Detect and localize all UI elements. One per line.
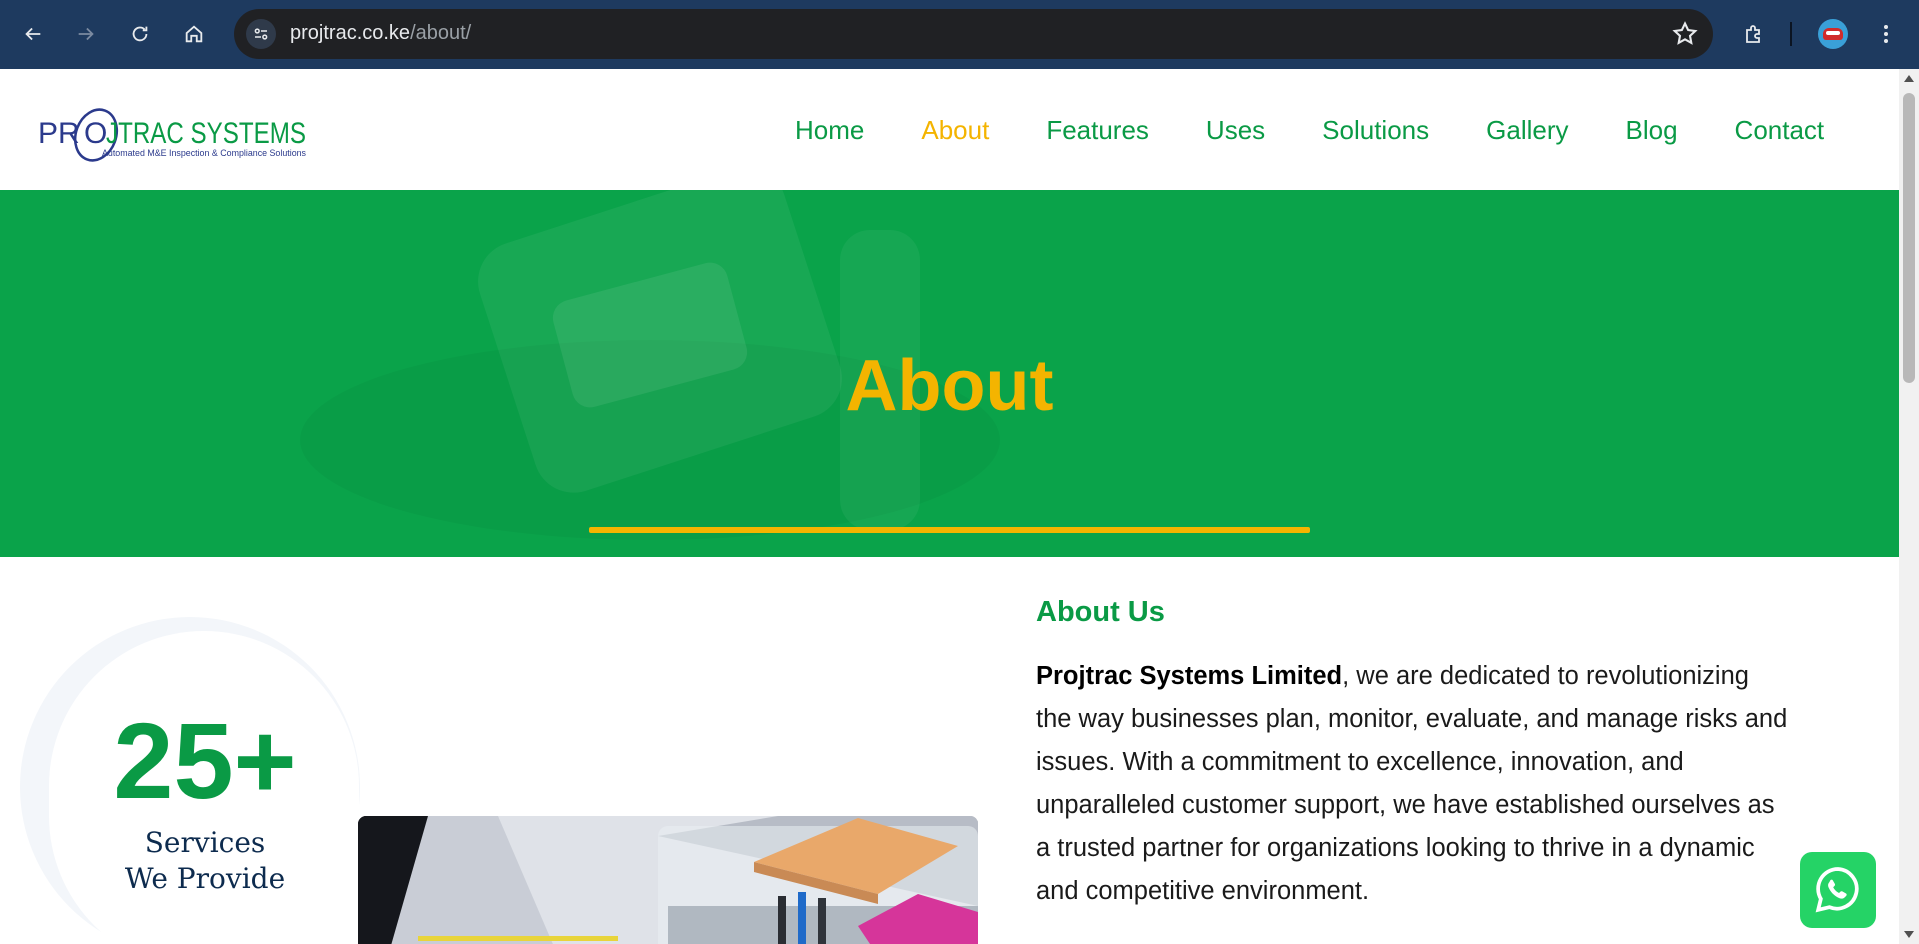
hero-banner: About (0, 190, 1899, 557)
company-name: Projtrac Systems Limited (1036, 662, 1343, 690)
url-text[interactable]: projtrac.co.ke/about/ (290, 22, 471, 45)
toolbar-separator (1790, 22, 1792, 46)
home-icon[interactable] (176, 16, 212, 52)
about-body: , we are dedicated to revolutionizing th… (1036, 662, 1788, 905)
site-settings-icon[interactable] (246, 19, 276, 49)
back-icon[interactable] (15, 16, 51, 52)
address-bar[interactable]: projtrac.co.ke/about/ (234, 9, 1713, 59)
about-heading: About Us (1036, 596, 1165, 628)
stat-label-line2: We Provide (124, 862, 286, 895)
svg-text:Automated M&E Inspection & Com: Automated M&E Inspection & Compliance So… (102, 148, 306, 158)
page-title: About (845, 346, 1054, 426)
url-host: projtrac.co.ke (290, 22, 411, 44)
svg-text:O: O (84, 117, 107, 150)
nav-gallery[interactable]: Gallery (1486, 115, 1568, 146)
svg-text:JTRAC SYSTEMS: JTRAC SYSTEMS (106, 117, 306, 150)
main-nav: Home About Features Uses Solutions Galle… (795, 115, 1824, 146)
profile-avatar[interactable] (1818, 19, 1848, 49)
nav-uses[interactable]: Uses (1206, 115, 1265, 146)
url-path: /about/ (410, 22, 472, 44)
avatar-visor (1826, 31, 1840, 35)
stat-label-line1: Services (144, 826, 266, 859)
forward-icon[interactable] (68, 16, 104, 52)
nav-features[interactable]: Features (1046, 115, 1149, 146)
about-photo (358, 816, 978, 944)
stat-value: 25+ (113, 700, 297, 821)
whatsapp-button[interactable] (1800, 852, 1876, 928)
page-scrollbar[interactable] (1899, 69, 1919, 944)
nav-about[interactable]: About (921, 115, 989, 146)
nav-solutions[interactable]: Solutions (1322, 115, 1429, 146)
extensions-icon[interactable] (1736, 16, 1772, 52)
site-header: PR O JTRAC SYSTEMS Automated M&E Inspect… (0, 69, 1899, 190)
page-viewport: PR O JTRAC SYSTEMS Automated M&E Inspect… (0, 69, 1899, 944)
scroll-up-arrow[interactable] (1904, 75, 1914, 82)
nav-home[interactable]: Home (795, 115, 864, 146)
browser-toolbar: projtrac.co.ke/about/ (0, 0, 1919, 69)
bookmark-star-icon[interactable] (1671, 20, 1699, 48)
nav-blog[interactable]: Blog (1626, 115, 1678, 146)
scroll-down-arrow[interactable] (1904, 931, 1914, 938)
nav-contact[interactable]: Contact (1735, 115, 1825, 146)
whatsapp-icon (1815, 867, 1859, 913)
about-section: 25+ Services We Provide About Us Projtra… (0, 557, 1899, 944)
reload-icon[interactable] (122, 16, 158, 52)
scroll-thumb[interactable] (1903, 93, 1915, 383)
menu-dots-icon[interactable] (1872, 16, 1900, 52)
about-paragraph: Projtrac Systems Limited, we are dedicat… (1036, 655, 1791, 913)
site-logo[interactable]: PR O JTRAC SYSTEMS Automated M&E Inspect… (38, 101, 308, 163)
stat-label: Services We Provide (100, 825, 310, 897)
title-underline (589, 527, 1310, 533)
svg-text:PR: PR (38, 117, 80, 150)
